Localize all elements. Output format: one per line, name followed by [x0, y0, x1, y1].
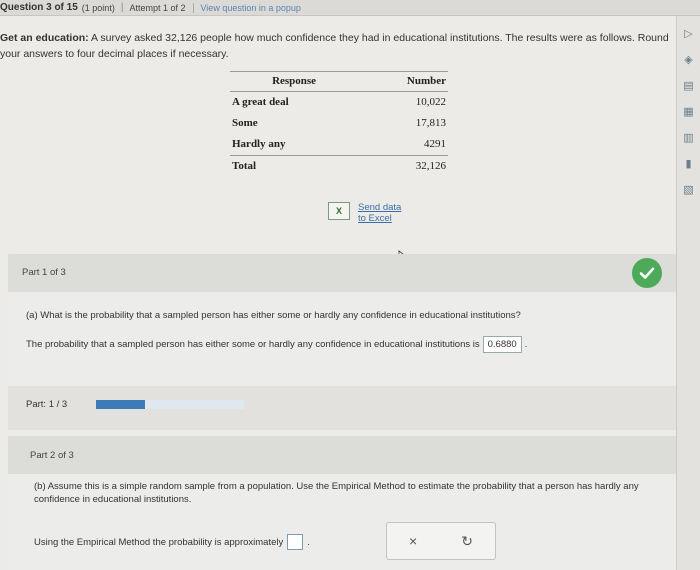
table-total-row: Total 32,126: [230, 155, 448, 177]
part-2-body: (b) Assume this is a simple random sampl…: [8, 476, 676, 570]
send-to-excel[interactable]: X Send data to Excel: [328, 202, 401, 224]
part-2-answer: Using the Empirical Method the probabili…: [34, 534, 310, 550]
part-1-answer-suffix: .: [524, 339, 528, 350]
table-total-number: 32,126: [358, 155, 448, 177]
send-to-excel-link[interactable]: Send data to Excel: [358, 202, 401, 224]
table-cell-number: 17,813: [415, 117, 446, 129]
table-header-row: Response Number: [230, 71, 448, 92]
part-progress-fill: [96, 400, 145, 409]
table-header-number: Number: [358, 71, 448, 92]
part-1-answer: The probability that a sampled person ha…: [26, 336, 527, 353]
tables-icon[interactable]: ▥: [682, 130, 696, 144]
attempt-counter: Attempt 1 of 2: [129, 2, 186, 13]
question-points: (1 point): [81, 2, 115, 13]
part-1-header: Part 1 of 3: [8, 254, 676, 292]
expand-icon[interactable]: ▷: [682, 26, 696, 40]
part-progress-bar: [96, 400, 244, 409]
question-intro: Get an education: A survey asked 32,126 …: [0, 30, 670, 62]
table-header-response: Response: [230, 71, 359, 92]
table-cell-response: Some: [232, 117, 258, 129]
part-progress: Part: 1 / 3: [8, 386, 676, 430]
intro-title: Get an education:: [0, 32, 89, 44]
part-1-body: (a) What is the probability that a sampl…: [8, 296, 676, 384]
undo-icon[interactable]: ↻: [461, 533, 473, 550]
answer-actions: × ↻: [386, 522, 496, 560]
part-progress-label: Part: 1 / 3: [26, 399, 68, 410]
calculator-icon[interactable]: ▦: [682, 104, 696, 118]
table-cell-number: 4291: [424, 138, 446, 150]
table-cell-number: 10,022: [415, 96, 446, 108]
part-2-question: (b) Assume this is a simple random sampl…: [34, 481, 639, 505]
question-content: Get an education: A survey asked 32,126 …: [0, 16, 676, 570]
top-bar: Question 3 of 15 (1 point) | Attempt 1 o…: [0, 0, 700, 16]
part-2-answer-prefix: Using the Empirical Method the probabili…: [34, 536, 284, 548]
part-2-header: Part 2 of 3: [8, 436, 676, 474]
table-row: Hardly any 4291: [230, 134, 448, 156]
view-popup-link[interactable]: View question in a popup: [193, 2, 301, 13]
table-row: A great deal 10,022: [230, 92, 448, 114]
part-1-answer-prefix: The probability that a sampled person ha…: [26, 339, 480, 350]
excel-icon[interactable]: X: [328, 202, 350, 220]
table-cell-response: Hardly any: [232, 138, 286, 150]
textbook-icon[interactable]: ▤: [682, 78, 696, 92]
part-2-answer-suffix: .: [307, 536, 310, 548]
part-1-label: Part 1 of 3: [22, 267, 66, 278]
table-row: Some 17,813: [230, 113, 448, 134]
separator: |: [120, 2, 124, 13]
part-1-answer-value: 0.6880: [482, 336, 522, 353]
right-toolbar: ▷ ◈ ▤ ▦ ▥ ▮ ▧: [676, 16, 700, 570]
intro-text: A survey asked 32,126 people how much co…: [0, 32, 669, 60]
resources-icon[interactable]: ▧: [682, 182, 696, 196]
settings-icon[interactable]: ◈: [682, 52, 696, 66]
part-2-answer-input[interactable]: [287, 534, 304, 550]
table-cell-response: A great deal: [232, 96, 289, 108]
data-table: Response Number A great deal 10,022 Some…: [230, 71, 448, 177]
chart-icon[interactable]: ▮: [682, 156, 696, 170]
part-2-label: Part 2 of 3: [30, 450, 74, 461]
table-total-label: Total: [230, 155, 359, 177]
part-1-question: (a) What is the probability that a sampl…: [26, 310, 521, 321]
check-icon: [632, 258, 662, 288]
question-counter: Question 3 of 15: [0, 2, 78, 13]
clear-icon[interactable]: ×: [409, 533, 417, 549]
